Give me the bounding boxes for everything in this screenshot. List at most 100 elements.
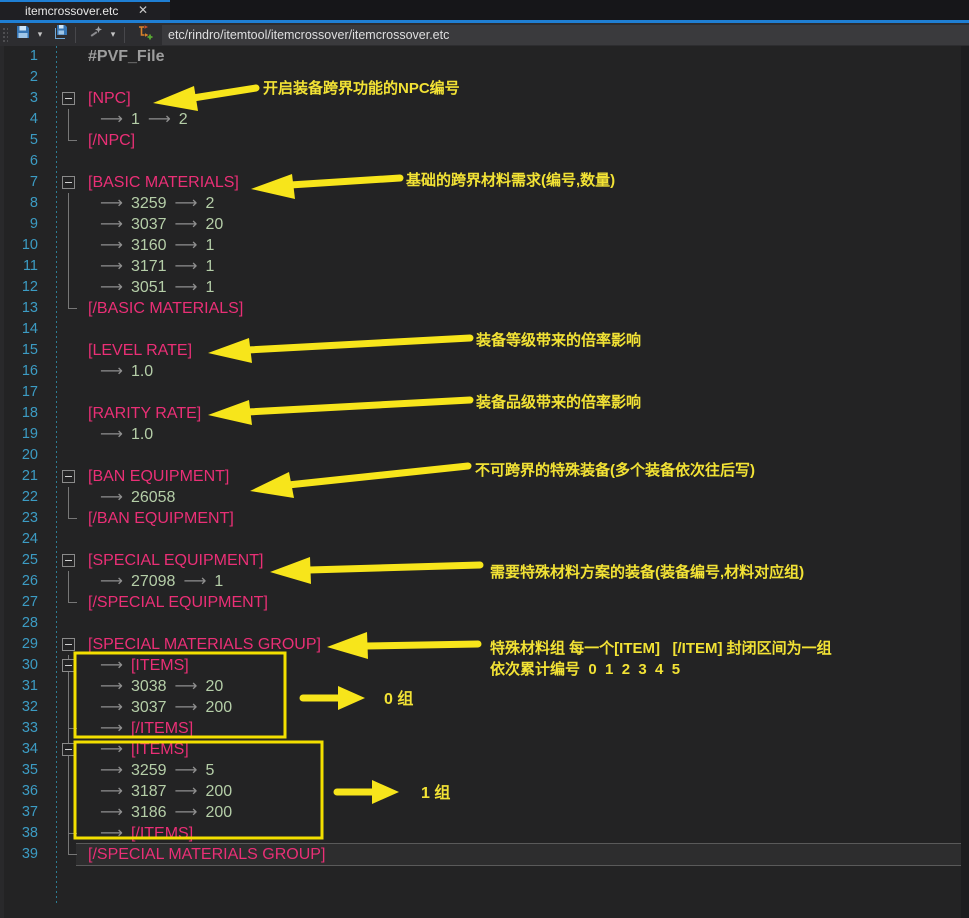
fold-marker[interactable] (47, 739, 81, 760)
code-line[interactable] (81, 529, 969, 550)
code-line[interactable]: ⟶3186⟶200 (81, 802, 969, 823)
code-line[interactable]: ⟶3171⟶1 (81, 256, 969, 277)
code-line[interactable]: #PVF_File (81, 46, 969, 67)
code-line[interactable]: ⟶27098⟶1 (81, 571, 969, 592)
code-line[interactable]: ⟶[ITEMS] (81, 655, 969, 676)
navigate-button[interactable] (136, 26, 154, 44)
code-line[interactable]: [/SPECIAL EQUIPMENT] (81, 592, 969, 613)
code-line[interactable]: [/BASIC MATERIALS] (81, 298, 969, 319)
line-number[interactable]: 20 (0, 445, 47, 466)
code-line[interactable]: [/BAN EQUIPMENT] (81, 508, 969, 529)
code-line[interactable]: ⟶[ITEMS] (81, 739, 969, 760)
code-line[interactable]: [RARITY RATE] (81, 403, 969, 424)
fold-marker[interactable] (47, 844, 81, 865)
line-number[interactable]: 28 (0, 613, 47, 634)
line-number[interactable]: 37 (0, 802, 47, 823)
code-line[interactable]: ⟶3051⟶1 (81, 277, 969, 298)
line-number[interactable]: 35 (0, 760, 47, 781)
line-number[interactable]: 1 (0, 46, 47, 67)
code-line[interactable]: [NPC] (81, 88, 969, 109)
fold-marker[interactable] (47, 697, 81, 718)
code-line[interactable]: ⟶3037⟶20 (81, 214, 969, 235)
code-line[interactable]: ⟶3038⟶20 (81, 676, 969, 697)
fold-marker[interactable] (47, 277, 81, 298)
fold-marker[interactable] (47, 88, 81, 109)
line-number[interactable]: 32 (0, 697, 47, 718)
tool-button[interactable] (87, 26, 105, 44)
fold-marker[interactable] (47, 718, 81, 739)
fold-marker[interactable] (47, 760, 81, 781)
line-number[interactable]: 5 (0, 130, 47, 151)
fold-marker[interactable] (47, 109, 81, 130)
fold-marker[interactable] (47, 676, 81, 697)
code-line[interactable] (81, 613, 969, 634)
collapse-minus-icon[interactable] (62, 176, 75, 189)
code-line[interactable] (81, 67, 969, 88)
fold-marker[interactable] (47, 487, 81, 508)
line-number[interactable]: 14 (0, 319, 47, 340)
code-line[interactable]: ⟶1.0 (81, 361, 969, 382)
collapse-minus-icon[interactable] (62, 659, 75, 672)
code-editor[interactable]: 1#PVF_File23[NPC]4⟶1⟶25[/NPC]67[BASIC MA… (0, 46, 969, 918)
fold-marker[interactable] (47, 781, 81, 802)
line-number[interactable]: 27 (0, 592, 47, 613)
code-line[interactable]: [LEVEL RATE] (81, 340, 969, 361)
fold-marker[interactable] (47, 655, 81, 676)
file-path-bar[interactable]: etc/rindro/itemtool/itemcrossover/itemcr… (162, 25, 969, 45)
line-number[interactable]: 33 (0, 718, 47, 739)
code-line[interactable]: ⟶3037⟶200 (81, 697, 969, 718)
line-number[interactable]: 4 (0, 109, 47, 130)
code-line[interactable]: ⟶3259⟶5 (81, 760, 969, 781)
line-number[interactable]: 36 (0, 781, 47, 802)
save-all-button[interactable] (52, 26, 70, 44)
fold-marker[interactable] (47, 172, 81, 193)
line-number[interactable]: 29 (0, 634, 47, 655)
line-number[interactable]: 24 (0, 529, 47, 550)
line-number[interactable]: 38 (0, 823, 47, 844)
fold-marker[interactable] (47, 466, 81, 487)
fold-marker[interactable] (47, 592, 81, 613)
line-number[interactable]: 7 (0, 172, 47, 193)
line-number[interactable]: 15 (0, 340, 47, 361)
tab-itemcrossover[interactable]: itemcrossover.etc ✕ (0, 0, 170, 20)
fold-marker[interactable] (47, 256, 81, 277)
code-line[interactable]: [/NPC] (81, 130, 969, 151)
vertical-scrollbar[interactable] (961, 46, 969, 918)
code-line[interactable]: ⟶1⟶2 (81, 109, 969, 130)
line-number[interactable]: 16 (0, 361, 47, 382)
line-number[interactable]: 8 (0, 193, 47, 214)
line-number[interactable]: 3 (0, 88, 47, 109)
collapse-minus-icon[interactable] (62, 470, 75, 483)
line-number[interactable]: 6 (0, 151, 47, 172)
line-number[interactable]: 26 (0, 571, 47, 592)
fold-marker[interactable] (47, 634, 81, 655)
line-number[interactable]: 10 (0, 235, 47, 256)
fold-marker[interactable] (47, 214, 81, 235)
code-line[interactable]: [/SPECIAL MATERIALS GROUP] (76, 843, 969, 866)
fold-marker[interactable] (47, 571, 81, 592)
line-number[interactable]: 12 (0, 277, 47, 298)
code-line[interactable] (81, 445, 969, 466)
line-number[interactable]: 17 (0, 382, 47, 403)
code-line[interactable]: ⟶3187⟶200 (81, 781, 969, 802)
collapse-minus-icon[interactable] (62, 92, 75, 105)
line-number[interactable]: 21 (0, 466, 47, 487)
save-dropdown-caret-icon[interactable]: ▾ (34, 29, 46, 40)
toolbar-grip-handle[interactable] (2, 27, 8, 43)
code-line[interactable]: ⟶3160⟶1 (81, 235, 969, 256)
code-line[interactable] (81, 319, 969, 340)
collapse-minus-icon[interactable] (62, 638, 75, 651)
collapse-minus-icon[interactable] (62, 554, 75, 567)
fold-marker[interactable] (47, 193, 81, 214)
code-line[interactable] (81, 382, 969, 403)
line-number[interactable]: 23 (0, 508, 47, 529)
code-line[interactable]: ⟶[/ITEMS] (81, 718, 969, 739)
tab-close-icon[interactable]: ✕ (138, 3, 148, 17)
code-line[interactable]: [SPECIAL MATERIALS GROUP] (81, 634, 969, 655)
line-number[interactable]: 22 (0, 487, 47, 508)
line-number[interactable]: 39 (0, 844, 47, 865)
line-number[interactable]: 31 (0, 676, 47, 697)
code-line[interactable]: [BAN EQUIPMENT] (81, 466, 969, 487)
tool-dropdown-caret-icon[interactable]: ▾ (107, 29, 119, 40)
fold-marker[interactable] (47, 550, 81, 571)
